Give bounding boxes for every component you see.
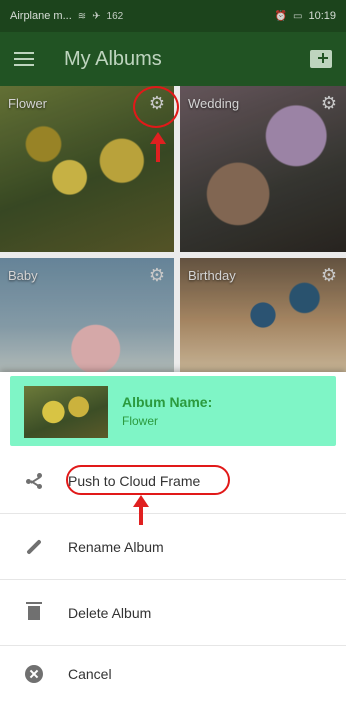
cancel-icon (0, 665, 68, 683)
share-icon (0, 472, 68, 490)
sheet-album-header: Album Name: Flower (10, 376, 336, 446)
trash-icon (0, 601, 68, 620)
album-actions-sheet: Album Name: Flower Push to Cloud Frame R… (0, 372, 346, 702)
annotation-circle-push (66, 465, 230, 495)
pencil-icon (0, 538, 68, 555)
album-name-label: Album Name: (122, 394, 213, 410)
annotation-circle-gear (133, 86, 179, 128)
menu-item-label: Delete Album (68, 604, 152, 621)
album-thumbnail (24, 386, 108, 438)
menu-item-label: Rename Album (68, 538, 164, 555)
album-name-value: Flower (122, 414, 159, 428)
menu-item-label: Cancel (68, 666, 112, 682)
annotation-arrow-up (133, 495, 149, 525)
delete-album-item[interactable]: Delete Album (0, 580, 346, 646)
cancel-item[interactable]: Cancel (0, 646, 346, 702)
modal-dim-overlay[interactable] (0, 0, 346, 372)
rename-album-item[interactable]: Rename Album (0, 514, 346, 580)
annotation-arrow-up (150, 132, 166, 162)
